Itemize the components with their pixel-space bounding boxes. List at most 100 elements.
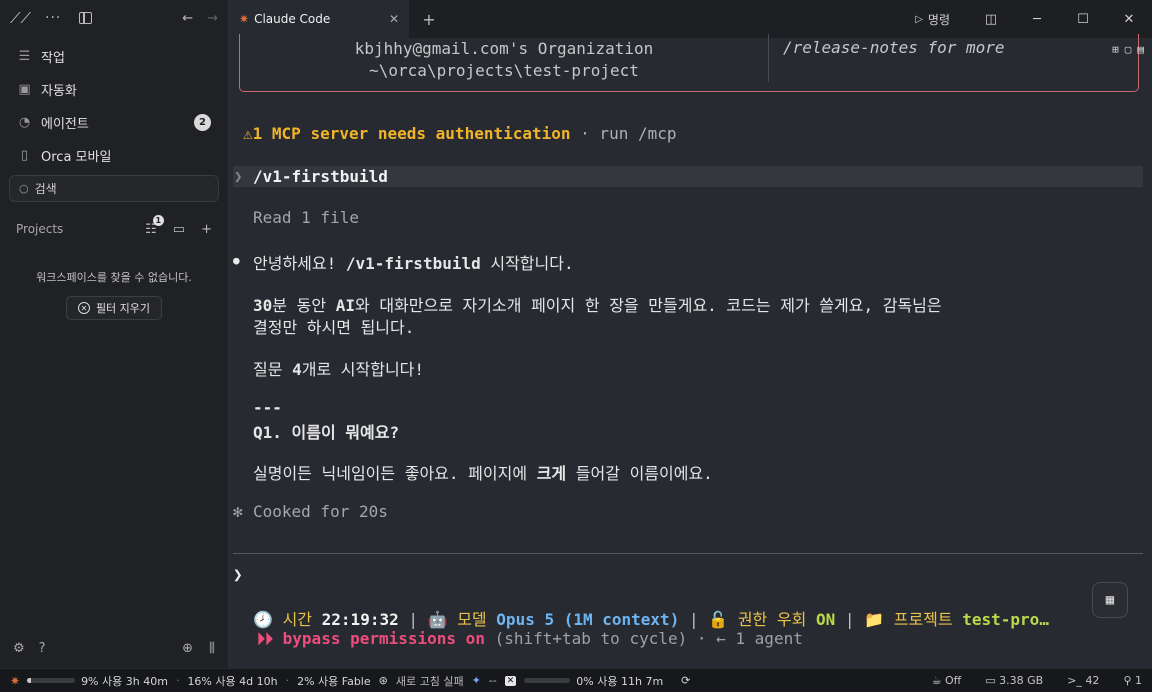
folder-icon: 📁 [864, 610, 885, 629]
target-icon[interactable]: ⊕ [182, 641, 193, 656]
sidebar-item-mobile[interactable]: ▯ Orca 모바일 [0, 139, 228, 172]
gemini-usage: -- [488, 674, 497, 687]
entered-command: /v1-firstbuild [253, 167, 388, 186]
status-line: 🕗 시간 22:19:32 | 🤖 모델 Opus 5 (1M context)… [253, 610, 1049, 629]
maximize-button[interactable]: ☐ [1060, 12, 1106, 27]
input-separator [233, 553, 1143, 554]
terminal-side-icons: ⊞ ▢ ▤ [1112, 43, 1144, 56]
list-icon: ☰ [18, 49, 31, 64]
split-view-icon[interactable]: ◫ [968, 12, 1014, 27]
close-circle-icon: ✕ [77, 302, 90, 314]
add-comment-icon[interactable]: ⊞ [1112, 43, 1119, 56]
usage-session: 9% 사용 3h 40m [81, 674, 168, 688]
layout-icon: ▦ [1105, 592, 1115, 608]
port-count: ⚲ 1 [1123, 674, 1142, 687]
main-area: ✷ Claude Code ✕ + ▷ 명령 ◫ ─ ☐ ✕ kbjhhy@gm… [229, 0, 1152, 668]
bypass-permissions-line: ⏵⏵ bypass permissions on (shift+tab to c… [257, 629, 803, 648]
horizontal-rule: --- [253, 398, 282, 417]
toggle-sidebar-icon[interactable] [79, 12, 93, 24]
warning-icon: ⚠ [243, 124, 253, 143]
claude-spark-icon: ✷ [239, 12, 250, 26]
usage-meter-1 [27, 678, 76, 683]
usage-other: 0% 사용 11h 7m [576, 674, 664, 688]
run-command-button[interactable]: ▷ 명령 [915, 11, 950, 28]
sidebar-item-tasks[interactable]: ☰ 작업 [0, 40, 228, 73]
sidebar: ⟋⟋ ··· ← → ☰ 작업 ▣ 자동화 ◔ 에이전트 2 ▯ Orca 모바… [0, 0, 229, 668]
search-icon: ○ [19, 182, 29, 195]
terminal[interactable]: kbjhhy@gmail.com's Organization ~\orca\p… [229, 34, 1152, 668]
power-status[interactable]: ☕ Off [932, 674, 962, 687]
play-icon: ▷ [915, 13, 923, 25]
read-files-line: Read 1 file [253, 208, 359, 227]
more-icon[interactable]: ··· [45, 10, 61, 26]
sidebar-top-bar: ⟋⟋ ··· ← → [0, 0, 228, 36]
calendar-icon: ▣ [18, 82, 31, 97]
add-project-icon[interactable]: + [201, 222, 212, 237]
forward-arrow-icon[interactable]: → [207, 11, 218, 26]
robot-icon: 🤖 [427, 610, 448, 629]
cooked-line: Cooked for 20s [253, 502, 388, 521]
terminal-count: >_ 42 [1067, 674, 1100, 687]
claude-spark-icon: ✷ [10, 673, 21, 688]
sidebar-item-agents[interactable]: ◔ 에이전트 2 [0, 106, 228, 139]
project-path: ~\orca\projects\test-project [369, 61, 639, 80]
bullet-icon: ● [233, 254, 240, 267]
sidebar-item-label: 작업 [41, 51, 65, 66]
empty-workspace-message: 워크스페이스를 찾을 수 없습니다. [36, 271, 192, 284]
sidebar-bottom-bar: ⚙ ? ⊕ ⫼ [0, 628, 228, 668]
chevron-right-icon: ❯ [234, 168, 243, 185]
openai-icon: ⊛ [378, 674, 388, 687]
refresh-failed[interactable]: 새로 고침 실패 [396, 673, 464, 689]
mcp-warning: ⚠1 MCP server needs authentication · run… [243, 124, 677, 143]
box-divider [768, 34, 769, 82]
gemini-icon: ✦ [471, 674, 481, 687]
para2-line: 질문 4개로 시작합니다! [253, 360, 425, 379]
release-notes-hint: /release-notes for more [783, 38, 1005, 57]
para1-line1: 30분 동안 AI와 대화만으로 자기소개 페이지 한 장을 만들게요. 코드는… [253, 296, 942, 315]
clear-filter-label: 필터 지우기 [95, 302, 151, 315]
question-1-description: 실명이든 닉네임이든 좋아요. 페이지에 크게 들어갈 이름이에요. [253, 464, 713, 483]
sidebar-item-label: 자동화 [41, 84, 77, 99]
add-folder-icon[interactable]: ▭ [173, 222, 185, 237]
usage-meter-2 [524, 678, 571, 683]
stack-icon[interactable]: ▤ [1137, 43, 1144, 56]
org-name: kbjhhy@gmail.com's Organization [354, 39, 654, 58]
phone-icon: ▯ [20, 148, 29, 163]
memory-status: ▭ 3.38 GB [985, 674, 1044, 687]
prompt-input[interactable]: ❯ [233, 565, 243, 584]
bell-icon: ◔ [18, 115, 31, 130]
new-tab-button[interactable]: + [409, 0, 449, 38]
terminal-app-icon: ✕ [504, 675, 517, 686]
filter-icon[interactable]: ☷ 1 [145, 214, 164, 237]
help-icon[interactable]: ? [39, 641, 46, 656]
layout-panel-button[interactable]: ▦ [1092, 582, 1128, 618]
search-input[interactable]: ○ 검색 [9, 175, 219, 202]
sync-icon[interactable]: ⟳ [681, 674, 690, 687]
back-arrow-icon[interactable]: ← [182, 11, 193, 26]
comment-icon[interactable]: ▢ [1125, 43, 1132, 56]
minimize-button[interactable]: ─ [1014, 12, 1060, 27]
run-command-label: 명령 [927, 12, 950, 27]
tab-bar: ✷ Claude Code ✕ + ▷ 명령 ◫ ─ ☐ ✕ [229, 0, 1152, 38]
search-placeholder: 검색 [34, 182, 57, 196]
greeting-line: 안녕하세요! /v1-firstbuild 시작합니다. [253, 254, 574, 273]
close-window-button[interactable]: ✕ [1106, 12, 1152, 27]
close-tab-icon[interactable]: ✕ [389, 12, 399, 26]
settings-icon[interactable]: ⚙ [13, 641, 25, 656]
sidebar-item-automation[interactable]: ▣ 자동화 [0, 73, 228, 106]
bottom-status-bar: ✷ 9% 사용 3h 40m · 16% 사용 4d 10h · 2% 사용 F… [0, 668, 1152, 692]
sidebar-item-label: Orca 모바일 [41, 150, 112, 165]
sidebar-item-label: 에이전트 [41, 117, 89, 132]
projects-label: Projects [16, 222, 64, 236]
tab-title: Claude Code [254, 12, 331, 26]
projects-header: Projects ☷ 1 ▭ + [0, 214, 228, 239]
fast-forward-icon: ⏵⏵ [257, 629, 274, 648]
columns-icon[interactable]: ⫼ [209, 641, 215, 656]
filter-count-badge: 1 [152, 214, 164, 226]
tab-claude-code[interactable]: ✷ Claude Code ✕ [229, 0, 409, 38]
agents-count-badge: 2 [194, 114, 211, 131]
clock-icon: 🕗 [253, 610, 273, 629]
usage-weekly: 16% 사용 4d 10h [187, 674, 278, 688]
clear-filter-button[interactable]: ✕ 필터 지우기 [66, 296, 162, 320]
usage-fable: 2% 사용 Fable [297, 674, 371, 688]
